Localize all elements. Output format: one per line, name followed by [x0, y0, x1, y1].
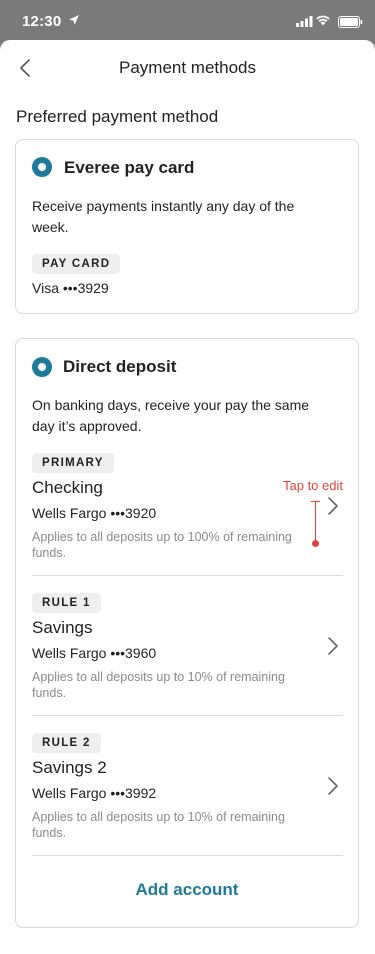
pay-card-account: Visa •••3929	[32, 280, 109, 296]
pay-card-badge: PAY CARD	[32, 254, 121, 274]
wifi-icon	[316, 15, 330, 26]
direct-deposit-description-line: day it’s approved.	[32, 418, 142, 434]
annotation-dot	[312, 540, 319, 547]
account-name: Savings	[32, 618, 93, 637]
account-note: Applies to all deposits up to 10% of rem…	[32, 809, 322, 841]
row-divider	[32, 855, 343, 856]
row-divider	[32, 575, 343, 576]
battery-icon	[338, 16, 363, 28]
deposit-account-row[interactable]: RULE 1 Savings Wells Fargo •••3960 Appli…	[16, 591, 358, 717]
account-bank: Wells Fargo •••3960	[32, 645, 157, 661]
account-bank: Wells Fargo •••3992	[32, 785, 157, 801]
account-note-line: Applies to all deposits up to 10% of rem…	[32, 810, 285, 824]
radio-selected-icon[interactable]	[32, 157, 52, 177]
account-note: Applies to all deposits up to 100% of re…	[32, 529, 322, 561]
location-arrow-icon	[69, 15, 79, 25]
tap-to-edit-annotation: Tap to edit	[283, 478, 343, 493]
pay-card-description: Receive payments instantly any day of th…	[32, 196, 294, 238]
account-bank: Wells Fargo •••3920	[32, 505, 157, 521]
deposit-account-row[interactable]: RULE 2 Savings 2 Wells Fargo •••3992 App…	[16, 731, 358, 857]
account-name: Checking	[32, 478, 103, 497]
radio-selected-icon[interactable]	[32, 357, 52, 377]
nav-bar: Payment methods	[0, 40, 375, 96]
direct-deposit-option: Direct deposit On banking days, receive …	[15, 338, 359, 928]
status-time: 12:30	[22, 13, 62, 30]
page-title: Payment methods	[118, 58, 256, 77]
row-divider	[32, 715, 343, 716]
account-badge: RULE 1	[32, 593, 101, 613]
payment-methods-sheet: Payment methods Preferred payment method…	[0, 40, 375, 954]
account-name: Savings 2	[32, 758, 107, 777]
account-badge: RULE 2	[32, 733, 101, 753]
account-badge: PRIMARY	[32, 453, 114, 473]
pay-card-title: Everee pay card	[64, 158, 195, 177]
account-note: Applies to all deposits up to 10% of rem…	[32, 669, 322, 701]
account-note-line: funds.	[32, 686, 67, 700]
direct-deposit-description: On banking days, receive your pay the sa…	[32, 395, 309, 437]
direct-deposit-description-line: On banking days, receive your pay the sa…	[32, 397, 310, 413]
pay-card-option[interactable]: Everee pay card Receive payments instant…	[15, 139, 359, 314]
direct-deposit-title: Direct deposit	[63, 357, 177, 376]
chevron-right-icon[interactable]	[326, 496, 340, 516]
pay-card-description-line: week.	[32, 219, 69, 235]
status-bar: 12:30	[0, 0, 375, 40]
account-note-line: funds.	[32, 546, 67, 560]
cellular-signal-icon	[296, 16, 313, 27]
pay-card-description-line: Receive payments instantly any day of th…	[32, 198, 295, 214]
section-title: Preferred payment method	[16, 107, 219, 126]
account-note-line: Applies to all deposits up to 100% of re…	[32, 530, 292, 544]
deposit-account-row[interactable]: PRIMARY Checking Wells Fargo •••3920 App…	[16, 451, 358, 577]
account-note-line: funds.	[32, 826, 67, 840]
account-note-line: Applies to all deposits up to 10% of rem…	[32, 670, 285, 684]
chevron-right-icon[interactable]	[326, 776, 340, 796]
chevron-right-icon[interactable]	[326, 636, 340, 656]
annotation-line	[315, 501, 316, 541]
add-account-button[interactable]: Add account	[16, 880, 358, 900]
